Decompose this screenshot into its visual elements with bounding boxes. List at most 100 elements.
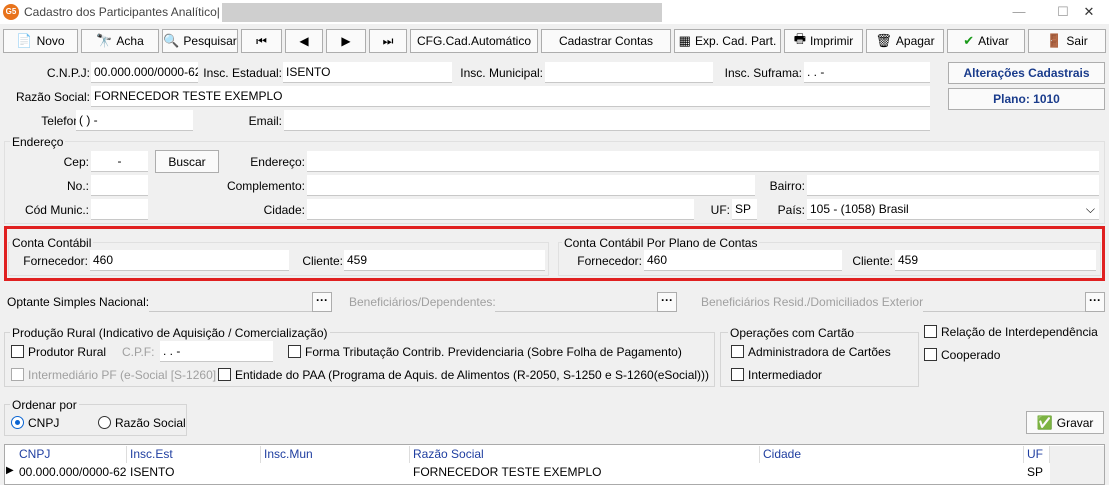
prev-icon: ◀ xyxy=(299,34,309,48)
cliente-field[interactable]: 459 xyxy=(344,250,545,271)
cliente2-field[interactable]: 459 xyxy=(895,250,1096,271)
save-check-icon: ✅ xyxy=(1036,414,1053,430)
table-icon: ▦ xyxy=(678,33,691,48)
next-icon: ▶ xyxy=(341,34,351,48)
suframa-label: Insc. Suframa: xyxy=(724,66,802,80)
simples-lookup-button[interactable]: ··· xyxy=(312,292,332,312)
first-record-button[interactable]: ⏮ xyxy=(241,29,282,53)
acha-button[interactable]: 🔭 Acha xyxy=(81,29,159,53)
bairro-label: Bairro: xyxy=(769,179,805,193)
benef-ext-field[interactable] xyxy=(923,291,1085,312)
buscar-button[interactable]: Buscar xyxy=(155,150,219,173)
next-record-button[interactable]: ▶ xyxy=(326,29,366,53)
complemento-label: Complemento: xyxy=(226,179,305,193)
novo-button[interactable]: 📄 Novo xyxy=(3,29,78,53)
grid-header-uf[interactable]: UF xyxy=(1025,446,1050,463)
cadastrar-contas-button[interactable]: Cadastrar Contas xyxy=(541,29,671,53)
table-cell-cnpj[interactable]: 00.000.000/0000-62 xyxy=(17,464,126,481)
cod-municipio-label: Cód Munic.: xyxy=(24,203,89,217)
ie-field[interactable]: ISENTO xyxy=(283,62,452,83)
sair-button[interactable]: 🚪 Sair xyxy=(1028,29,1106,53)
grid-header-insc-mun[interactable]: Insc.Mun xyxy=(262,446,410,463)
bairro-field[interactable] xyxy=(807,175,1099,196)
suframa-field[interactable]: . . - xyxy=(804,62,930,83)
entidade-paa-checkbox[interactable]: Entidade do PAA (Programa de Aquis. de A… xyxy=(218,368,709,382)
cep-field[interactable]: - xyxy=(91,151,148,172)
simples-field[interactable] xyxy=(149,291,313,312)
cod-municipio-field[interactable] xyxy=(91,199,148,220)
binoculars-icon: 🔭 xyxy=(96,33,113,48)
printer-icon: 🖶 xyxy=(793,31,806,46)
interdependencia-checkbox[interactable]: Relação de Interdependência xyxy=(924,325,1098,339)
im-label: Insc. Municipal: xyxy=(460,66,543,80)
cnpj-field[interactable]: 00.000.000/0000-62 xyxy=(91,62,198,83)
cidade-field[interactable] xyxy=(307,199,694,220)
gravar-button[interactable]: ✅ Gravar xyxy=(1026,411,1104,434)
fornecedor-label: Fornecedor: xyxy=(23,254,88,268)
numero-field[interactable] xyxy=(91,175,148,196)
app-icon: G5 xyxy=(3,4,19,20)
produtor-rural-checkbox[interactable]: Produtor Rural xyxy=(11,345,106,359)
uf-field[interactable]: SP xyxy=(732,199,757,220)
cfg-cad-automatico-button[interactable]: CFG.Cad.Automático xyxy=(410,29,538,53)
close-button[interactable]: ✕ xyxy=(1066,0,1109,24)
ordenar-razao-radio[interactable]: Razão Social xyxy=(98,416,186,430)
fornecedor2-field[interactable]: 460 xyxy=(644,250,842,271)
administradora-checkbox[interactable]: Administradora de Cartões xyxy=(731,345,891,359)
benef-lookup-button[interactable]: ··· xyxy=(657,292,677,312)
prev-record-button[interactable]: ◀ xyxy=(285,29,323,53)
grid-empty-area xyxy=(1050,446,1104,484)
grid-header-insc-est[interactable]: Insc.Est xyxy=(128,446,261,463)
table-cell-uf[interactable]: SP xyxy=(1025,464,1043,481)
benef-field[interactable] xyxy=(495,291,657,312)
pesquisar-button[interactable]: 🔍 Pesquisar xyxy=(162,29,238,53)
grid-header-cidade[interactable]: Cidade xyxy=(761,446,1024,463)
minimize-button[interactable]: — xyxy=(996,0,1042,24)
table-cell-insc-mun[interactable] xyxy=(262,464,264,481)
table-cell-insc-est[interactable]: ISENTO xyxy=(128,464,174,481)
email-label: Email: xyxy=(248,114,282,128)
conta-plano-title: Conta Contábil Por Plano de Contas xyxy=(562,236,760,250)
title-redacted-area xyxy=(222,3,662,22)
last-icon: ⏭ xyxy=(382,33,394,48)
telefone-field[interactable]: ( ) - xyxy=(76,110,193,131)
email-field[interactable] xyxy=(284,110,930,131)
apagar-button[interactable]: 🗑 Apagar xyxy=(866,29,944,53)
row-pointer-icon: ▶ xyxy=(6,465,14,476)
endereco-label: Endereço: xyxy=(250,155,305,169)
plano-button[interactable]: Plano: 1010 xyxy=(948,88,1105,110)
complemento-field[interactable] xyxy=(307,175,755,196)
benef-ext-lookup-button[interactable]: ··· xyxy=(1085,292,1105,312)
exp-cad-part-button[interactable]: ▦ Exp. Cad. Part. xyxy=(674,29,781,53)
conta-contabil-title: Conta Contábil xyxy=(10,236,94,250)
intermediador-checkbox[interactable]: Intermediador xyxy=(731,368,822,382)
cliente2-label: Cliente: xyxy=(852,254,893,268)
ativar-button[interactable]: ✔ Ativar xyxy=(947,29,1025,53)
alteracoes-cadastrais-button[interactable]: Alterações Cadastrais xyxy=(948,62,1105,84)
endereco-field[interactable] xyxy=(307,151,1099,172)
grid-header-cnpj[interactable]: CNPJ xyxy=(17,446,127,463)
fornecedor-field[interactable]: 460 xyxy=(90,250,289,271)
forma-tributacao-checkbox[interactable]: Forma Tributação Contrib. Previdenciaria… xyxy=(288,345,682,359)
pais-select[interactable]: 105 - (1058) Brasil ⌵ xyxy=(807,199,1099,220)
razao-field[interactable]: FORNECEDOR TESTE EXEMPLO xyxy=(91,86,930,107)
intermediario-pf-checkbox[interactable]: Intermediário PF (e-Social [S-1260] xyxy=(11,368,216,382)
ordenar-cnpj-radio[interactable]: CNPJ xyxy=(11,416,59,430)
benef-ext-label: Beneficiários Resid./Domiciliados Exteri… xyxy=(701,295,927,309)
ordenar-title: Ordenar por xyxy=(10,398,79,412)
exit-icon: 🚪 xyxy=(1046,33,1063,48)
table-cell-razao[interactable]: FORNECEDOR TESTE EXEMPLO xyxy=(411,464,601,481)
cartao-title: Operações com Cartão xyxy=(728,326,857,340)
cpf-field[interactable]: . . - xyxy=(160,341,273,362)
erase-icon: 🗑 xyxy=(875,33,892,48)
ie-label: Insc. Estadual: xyxy=(203,66,282,80)
grid-header-razao[interactable]: Razão Social xyxy=(411,446,760,463)
last-record-button[interactable]: ⏭ xyxy=(369,29,407,53)
cooperado-checkbox[interactable]: Cooperado xyxy=(924,348,1000,362)
search-icon: 🔍 xyxy=(163,33,180,48)
im-field[interactable] xyxy=(545,62,713,83)
cpf-label: C.P.F: xyxy=(122,345,155,359)
imprimir-button[interactable]: 🖶 Imprimir xyxy=(784,29,863,53)
table-cell-cidade[interactable] xyxy=(761,464,763,481)
endereco-group-title: Endereço xyxy=(10,135,66,149)
